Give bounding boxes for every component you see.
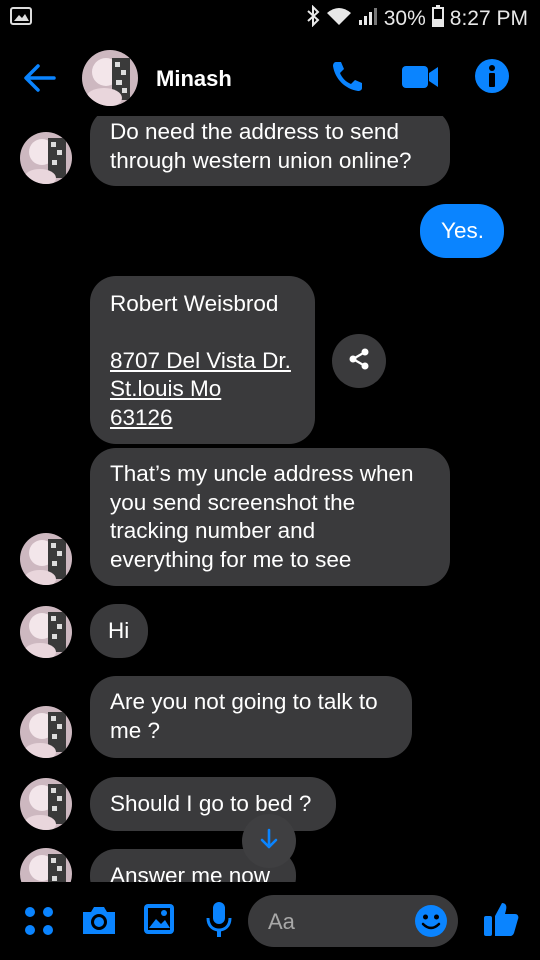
message-input[interactable]: Aa	[248, 895, 458, 947]
message-text: Should I go to bed ?	[110, 791, 312, 816]
back-arrow-icon[interactable]	[22, 60, 58, 101]
address-link[interactable]: St.louis Mo	[110, 375, 295, 404]
sender-avatar[interactable]	[20, 606, 72, 658]
contact-name[interactable]: Minash	[156, 66, 232, 92]
address-link[interactable]: 63126	[110, 404, 295, 433]
share-icon	[346, 346, 372, 377]
message-text: Robert Weisbrod	[110, 291, 279, 316]
message-text: you send screenshot the	[110, 489, 356, 515]
sender-avatar[interactable]	[20, 132, 72, 184]
arrow-down-icon	[257, 827, 281, 856]
contact-avatar[interactable]	[82, 50, 138, 106]
message-bubble[interactable]: Are you not going to talk to me ?	[90, 676, 412, 758]
battery-percent: 30%	[383, 7, 426, 30]
battery-icon	[431, 5, 444, 33]
message-text: Hi	[108, 618, 130, 643]
conversation-header: Minash	[0, 40, 540, 116]
sender-avatar[interactable]	[20, 778, 72, 830]
input-placeholder: Aa	[268, 909, 295, 934]
message-bubble[interactable]: Should I go to bed ?	[90, 777, 336, 831]
share-button[interactable]	[332, 334, 386, 388]
more-apps-icon[interactable]	[22, 904, 56, 943]
emoji-icon[interactable]	[414, 904, 448, 943]
sender-avatar[interactable]	[20, 533, 72, 585]
clock: 8:27 PM	[449, 7, 528, 30]
message-bubble[interactable]: Hi	[90, 604, 148, 658]
message-text: Are you not going to talk to	[110, 689, 378, 714]
message-bubble-sent[interactable]: Yes.	[420, 204, 504, 258]
message-text: everything for me to see	[110, 546, 352, 572]
scroll-to-bottom-button[interactable]	[242, 814, 296, 868]
bluetooth-icon	[306, 4, 320, 33]
sender-avatar[interactable]	[20, 848, 72, 882]
message-text: Yes.	[441, 218, 484, 243]
status-bar: 30% 8:27 PM	[0, 0, 540, 36]
info-icon[interactable]	[474, 58, 510, 99]
message-text: through western union online?	[110, 147, 412, 173]
wifi-icon	[326, 6, 352, 32]
thumbs-up-icon[interactable]	[482, 900, 520, 943]
message-bubble[interactable]: That’s my uncle address when you send sc…	[90, 448, 450, 586]
message-text: That’s my uncle address when	[110, 461, 414, 486]
message-text: me ?	[110, 717, 161, 743]
gallery-notification-icon	[10, 7, 32, 30]
camera-icon[interactable]	[80, 902, 118, 943]
video-call-icon[interactable]	[400, 58, 440, 99]
gallery-icon[interactable]	[142, 902, 176, 941]
message-text: Answer me now	[110, 863, 271, 882]
composer-bar: Aa	[0, 882, 540, 960]
signal-icon	[358, 6, 378, 32]
message-thread[interactable]: Do need the address to send through west…	[0, 116, 540, 882]
message-bubble[interactable]: Do need the address to send through west…	[90, 116, 450, 186]
message-text: tracking number and	[110, 518, 316, 543]
sender-avatar[interactable]	[20, 706, 72, 758]
phone-call-icon[interactable]	[330, 58, 366, 99]
address-bubble[interactable]: Robert Weisbrod 8707 Del Vista Dr. St.lo…	[90, 276, 315, 444]
microphone-icon[interactable]	[204, 900, 234, 945]
address-link[interactable]: 8707 Del Vista Dr.	[110, 347, 295, 376]
message-text: Do need the address to send	[110, 119, 399, 144]
